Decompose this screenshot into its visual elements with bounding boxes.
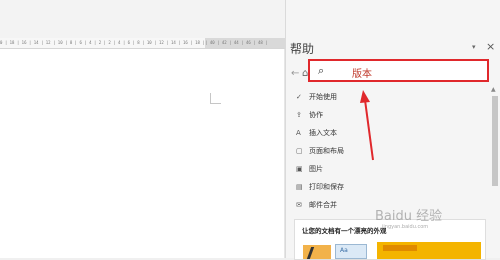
watermark-url: jingyan.baidu.com <box>382 224 429 230</box>
watermark-logo: Baidu 经验 <box>375 209 443 224</box>
